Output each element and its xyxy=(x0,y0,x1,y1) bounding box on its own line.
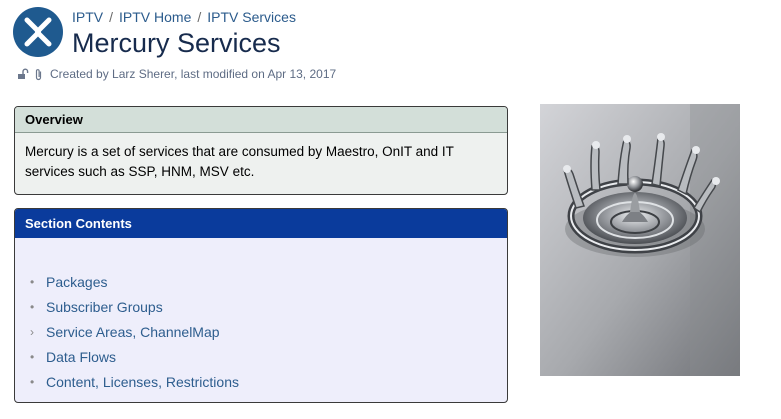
list-item: • Data Flows xyxy=(30,344,507,369)
paperclip-icon[interactable] xyxy=(34,68,43,81)
toc-link-subscriber-groups[interactable]: Subscriber Groups xyxy=(46,299,163,315)
breadcrumb-separator: / xyxy=(109,9,114,25)
bullet-icon: • xyxy=(30,274,35,289)
chevron-right-icon[interactable]: › xyxy=(30,325,46,339)
list-item: • Subscriber Groups xyxy=(30,294,507,319)
list-item: › Service Areas, ChannelMap xyxy=(30,319,507,344)
list-item: • Packages xyxy=(30,269,507,294)
space-logo[interactable] xyxy=(13,7,63,57)
breadcrumb-link-iptv-home[interactable]: IPTV Home xyxy=(119,9,191,25)
list-item: • Content, Licenses, Restrictions xyxy=(30,369,507,394)
bullet-icon: • xyxy=(30,299,35,314)
space-logo-icon xyxy=(24,17,52,47)
breadcrumb-separator: / xyxy=(197,9,202,25)
section-contents-heading: Section Contents xyxy=(15,209,507,238)
unlock-icon[interactable] xyxy=(17,68,29,80)
section-contents-panel: Section Contents • Packages • Subscriber… xyxy=(14,208,508,403)
toc-link-packages[interactable]: Packages xyxy=(46,274,107,290)
mercury-splash-image xyxy=(540,104,740,376)
breadcrumb: IPTV / IPTV Home / IPTV Services xyxy=(72,9,296,25)
breadcrumb-link-iptv-services[interactable]: IPTV Services xyxy=(207,9,296,25)
page-title: Mercury Services xyxy=(72,28,281,58)
page-byline: Created by Larz Sherer, last modified on… xyxy=(50,67,337,81)
page-metadata: Created by Larz Sherer, last modified on… xyxy=(17,67,336,81)
overview-panel: Overview Mercury is a set of services th… xyxy=(14,106,508,195)
bullet-icon: • xyxy=(30,374,35,389)
bullet-icon: • xyxy=(30,349,35,364)
toc-link-data-flows[interactable]: Data Flows xyxy=(46,349,116,365)
section-contents-list: • Packages • Subscriber Groups › Service… xyxy=(15,238,507,394)
toc-link-service-areas[interactable]: Service Areas, ChannelMap xyxy=(46,324,220,340)
breadcrumb-link-iptv[interactable]: IPTV xyxy=(72,9,103,25)
overview-text: Mercury is a set of services that are co… xyxy=(25,144,454,179)
overview-heading: Overview xyxy=(15,107,507,133)
toc-link-content-licenses[interactable]: Content, Licenses, Restrictions xyxy=(46,374,239,390)
